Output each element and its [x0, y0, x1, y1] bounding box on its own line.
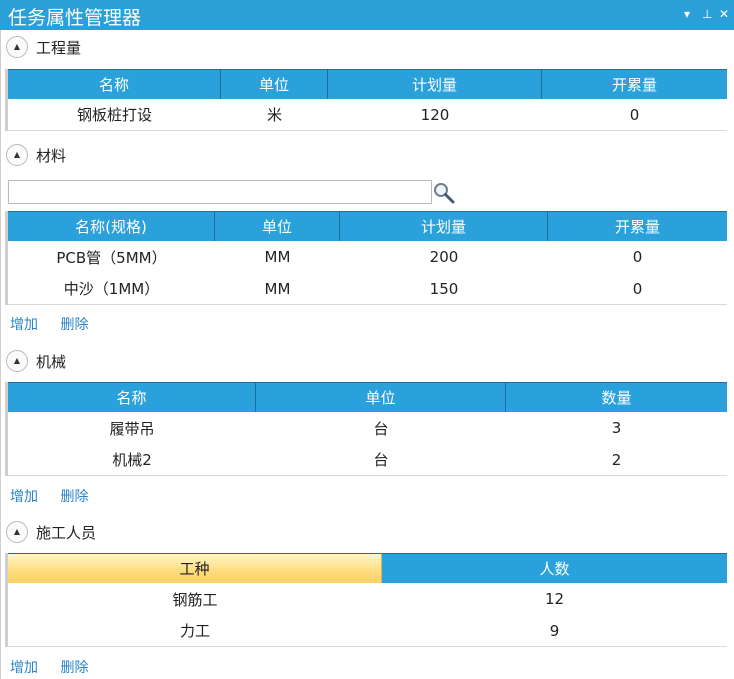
column-header-planned[interactable]: 计划量 — [340, 211, 548, 241]
column-header-name[interactable]: 名称 — [8, 69, 221, 99]
cell-headcount: 9 — [549, 621, 560, 640]
cell-unit: 米 — [266, 106, 282, 124]
column-header-count[interactable]: 数量 — [506, 382, 727, 412]
material-search-box — [8, 180, 432, 204]
material-actions: 增加 删除 — [10, 314, 106, 334]
cell-planned: 200 — [429, 248, 459, 266]
cell-cumulative: 0 — [632, 248, 643, 266]
table-row[interactable]: 力工 9 — [8, 615, 727, 647]
column-header-unit[interactable]: 单位 — [256, 382, 506, 412]
material-table: 名称(规格) 单位 计划量 开累量 PCB管（5MM） MM 200 0 中沙（… — [5, 211, 727, 305]
dropdown-icon[interactable]: ▾ — [684, 6, 690, 22]
machinery-table: 名称 单位 数量 履带吊 台 3 机械2 台 2 — [5, 382, 727, 476]
column-header-trade[interactable]: 工种 — [8, 553, 382, 583]
cell-count: 3 — [611, 419, 622, 437]
chevron-up-icon: ▲ — [13, 150, 21, 159]
workers-table: 工种 人数 钢筋工 12 力工 9 — [5, 553, 727, 647]
collapse-button-material[interactable]: ▲ — [6, 144, 28, 166]
table-header-row: 名称 单位 数量 — [8, 382, 727, 412]
cell-unit: 台 — [373, 451, 389, 469]
delete-machinery-link[interactable]: 删除 — [60, 489, 88, 505]
column-header-cumulative[interactable]: 开累量 — [548, 211, 727, 241]
table-header-row: 名称 单位 计划量 开累量 — [8, 69, 727, 99]
table-row[interactable]: 机械2 台 2 — [8, 444, 727, 476]
add-worker-link[interactable]: 增加 — [10, 660, 38, 676]
cell-headcount: 12 — [544, 590, 565, 608]
cell-name: 钢板桩打设 — [76, 106, 152, 124]
collapse-button-machinery[interactable]: ▲ — [6, 350, 28, 372]
section-header-quantity: ▲ 工程量 — [6, 35, 81, 59]
table-row[interactable]: 履带吊 台 3 — [8, 412, 727, 444]
column-header-unit[interactable]: 单位 — [221, 69, 328, 99]
machinery-actions: 增加 删除 — [10, 486, 106, 506]
column-header-headcount[interactable]: 人数 — [382, 553, 727, 583]
section-title-material: 材料 — [36, 146, 67, 165]
quantity-table: 名称 单位 计划量 开累量 钢板桩打设 米 120 0 — [5, 69, 727, 131]
cell-name: PCB管（5MM） — [56, 248, 167, 267]
cell-unit: MM — [264, 248, 291, 266]
section-header-material: ▲ 材料 — [6, 143, 66, 167]
cell-name: 中沙（1MM） — [63, 280, 160, 298]
column-header-name[interactable]: 名称 — [8, 382, 256, 412]
cell-count: 2 — [611, 450, 622, 469]
close-icon[interactable]: ✕ — [719, 6, 729, 22]
cell-planned: 120 — [420, 105, 450, 124]
cell-unit: 台 — [373, 419, 389, 438]
column-header-name-spec[interactable]: 名称(规格) — [8, 211, 215, 241]
cell-unit: MM — [264, 279, 291, 298]
table-row[interactable]: 钢板桩打设 米 120 0 — [8, 99, 727, 131]
window-titlebar: 任务属性管理器 ▾ ⊥ ✕ — [0, 0, 734, 30]
workers-actions: 增加 删除 — [10, 657, 106, 677]
column-header-cumulative[interactable]: 开累量 — [542, 69, 727, 99]
add-material-link[interactable]: 增加 — [10, 317, 38, 333]
table-header-row: 名称(规格) 单位 计划量 开累量 — [8, 211, 727, 241]
add-machinery-link[interactable]: 增加 — [10, 489, 38, 505]
collapse-button-quantity[interactable]: ▲ — [6, 36, 28, 58]
section-title-machinery: 机械 — [36, 352, 67, 371]
section-title-workers: 施工人员 — [36, 523, 97, 542]
cell-trade: 钢筋工 — [172, 590, 218, 609]
material-search-input[interactable] — [9, 181, 431, 203]
section-header-machinery: ▲ 机械 — [6, 349, 66, 373]
window-title: 任务属性管理器 — [8, 7, 142, 29]
search-icon[interactable] — [432, 181, 456, 205]
delete-worker-link[interactable]: 删除 — [60, 660, 88, 676]
chevron-up-icon: ▲ — [13, 42, 21, 51]
cell-cumulative: 0 — [629, 105, 640, 124]
collapse-button-workers[interactable]: ▲ — [6, 521, 28, 543]
column-header-unit[interactable]: 单位 — [215, 211, 340, 241]
delete-material-link[interactable]: 删除 — [60, 317, 88, 333]
table-row[interactable]: 钢筋工 12 — [8, 583, 727, 615]
pin-icon[interactable]: ⊥ — [702, 6, 712, 22]
section-header-workers: ▲ 施工人员 — [6, 520, 96, 544]
cell-name: 履带吊 — [109, 419, 155, 438]
chevron-up-icon: ▲ — [13, 356, 21, 365]
table-row[interactable]: PCB管（5MM） MM 200 0 — [8, 241, 727, 273]
cell-name: 机械2 — [112, 451, 152, 469]
chevron-up-icon: ▲ — [13, 527, 21, 536]
table-header-row: 工种 人数 — [8, 553, 727, 583]
table-row[interactable]: 中沙（1MM） MM 150 0 — [8, 273, 727, 305]
cell-planned: 150 — [429, 279, 459, 298]
cell-cumulative: 0 — [632, 279, 643, 298]
cell-trade: 力工 — [179, 622, 210, 640]
column-header-planned[interactable]: 计划量 — [328, 69, 542, 99]
section-title-quantity: 工程量 — [36, 38, 82, 57]
